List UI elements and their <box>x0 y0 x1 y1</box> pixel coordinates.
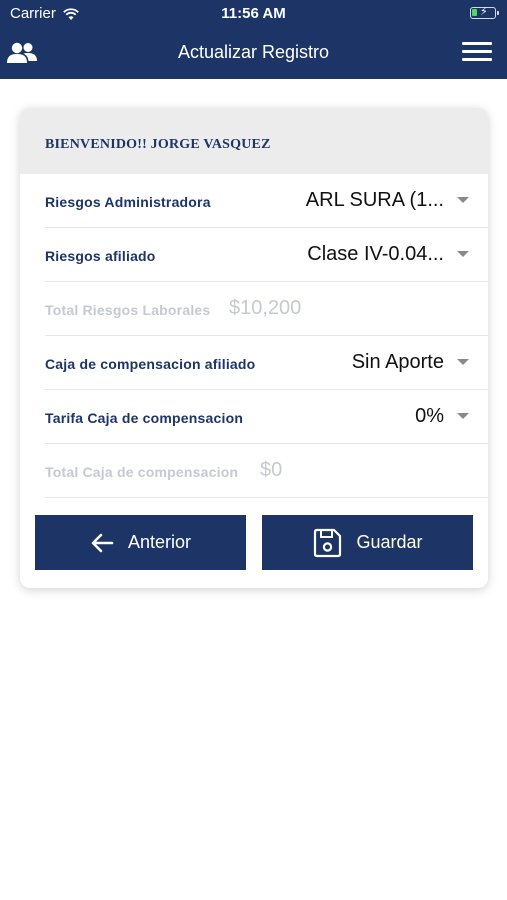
selected-value: Clase IV-0.04... <box>307 243 444 265</box>
previous-button-label: Anterior <box>127 532 192 552</box>
previous-button[interactable]: Anterior <box>35 515 246 570</box>
dropdown-arrow-icon <box>457 413 469 419</box>
riesgos-afiliado-select[interactable]: Riesgos afiliado Clase IV-0.04... <box>45 228 488 282</box>
dropdown-arrow-icon <box>457 251 469 257</box>
total-value: $0 <box>260 459 283 481</box>
hamburger-menu-icon[interactable] <box>462 42 492 64</box>
total-riesgos-laborales: Total Riesgos Laborales $10,200 <box>45 282 488 336</box>
top-navigation-bar: Carrier 11:56 AM ⚡ Actualizar Registro <box>0 0 507 79</box>
card-header: BIENVENIDO!! JORGE VASQUEZ <box>20 108 488 174</box>
save-button[interactable]: Guardar <box>262 515 473 570</box>
dropdown-arrow-icon <box>457 359 469 365</box>
tarifa-caja-compensacion-select[interactable]: Tarifa Caja de compensacion 0% <box>45 390 488 444</box>
floppy-disk-icon <box>312 528 342 558</box>
status-bar: Carrier 11:56 AM ⚡ <box>0 0 507 28</box>
welcome-message: BIENVENIDO!! JORGE VASQUEZ <box>45 137 271 152</box>
arrow-left-icon <box>90 532 114 554</box>
field-label: Riesgos Administradora <box>45 194 211 210</box>
field-label: Caja de compensacion afiliado <box>45 356 256 372</box>
registration-card: BIENVENIDO!! JORGE VASQUEZ Riesgos Admin… <box>20 108 488 588</box>
save-button-label: Guardar <box>356 532 423 552</box>
selected-value: 0% <box>415 405 444 427</box>
field-label: Total Caja de compensacion <box>45 464 239 480</box>
field-label: Total Riesgos Laborales <box>45 302 211 318</box>
field-label: Riesgos afiliado <box>45 248 156 264</box>
total-value: $10,200 <box>229 297 302 319</box>
selected-value: ARL SURA (1... <box>305 189 444 211</box>
page-title: Actualizar Registro <box>177 42 330 62</box>
dropdown-arrow-icon <box>457 197 469 203</box>
field-label: Tarifa Caja de compensacion <box>45 410 244 426</box>
selected-value: Sin Aporte <box>351 351 444 373</box>
total-caja-compensacion: Total Caja de compensacion $0 <box>45 444 488 498</box>
caja-compensacion-afiliado-select[interactable]: Caja de compensacion afiliado Sin Aporte <box>45 336 488 390</box>
riesgos-administradora-select[interactable]: Riesgos Administradora ARL SURA (1... <box>45 174 488 228</box>
status-time: 11:56 AM <box>221 5 286 22</box>
battery-icon: ⚡ <box>470 6 499 19</box>
